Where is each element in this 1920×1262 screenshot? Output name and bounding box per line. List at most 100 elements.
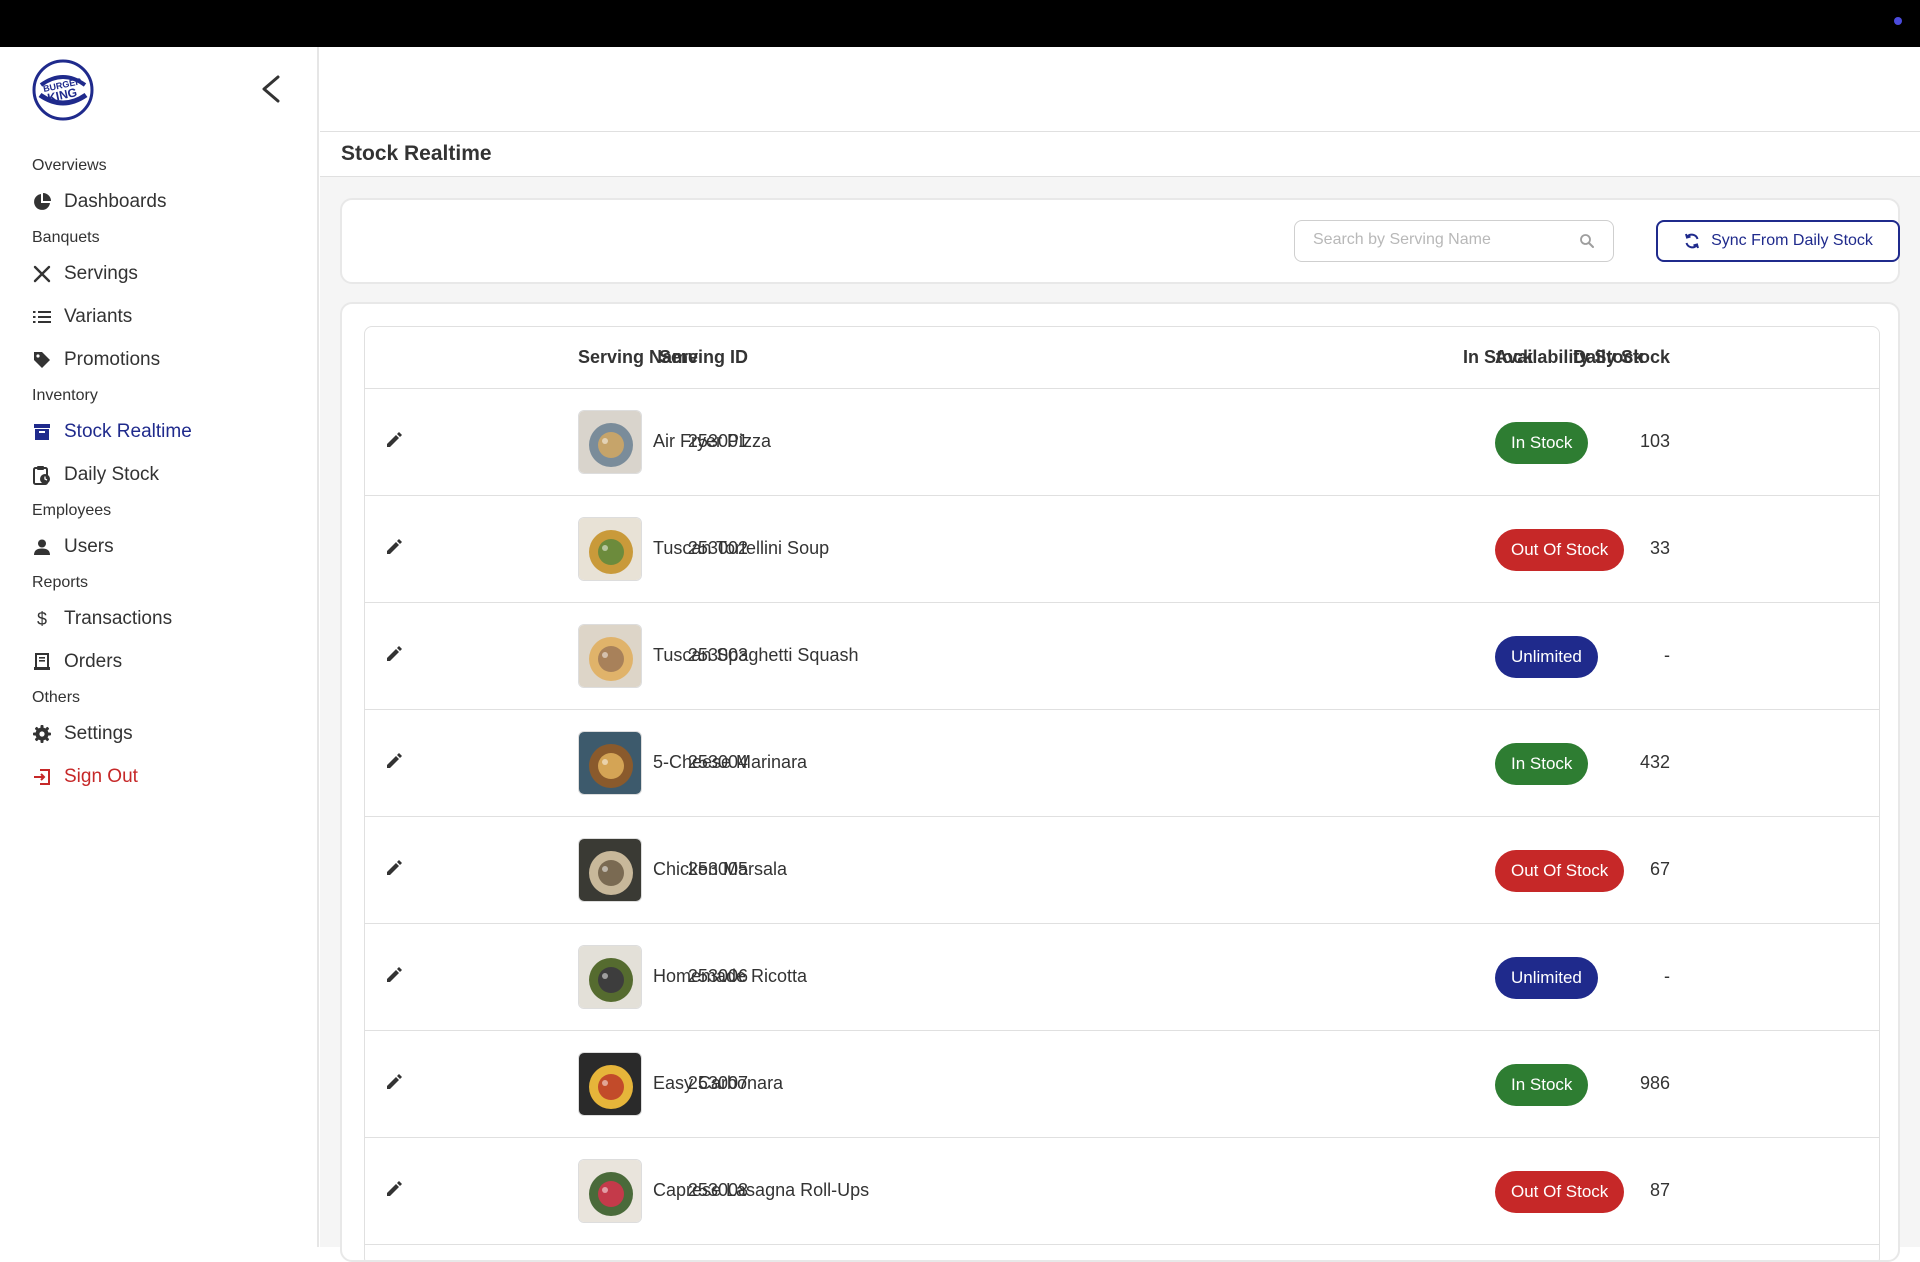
sidebar-item-label: Dashboards xyxy=(64,190,167,212)
sidebar-item-settings[interactable]: Settings xyxy=(0,712,317,755)
edit-icon[interactable] xyxy=(385,859,405,879)
search-box xyxy=(1294,220,1614,262)
table-row: 253006Homemade Ricotta--Unlimited xyxy=(365,924,1879,1031)
availability-badge: Out Of Stock xyxy=(1495,1171,1625,1213)
serving-thumbnail xyxy=(578,517,642,581)
serving-name: Tuscan Tortellini Soup xyxy=(653,538,830,558)
daily-stock-value: 986 xyxy=(1639,1073,1670,1093)
toolbar-card: Sync From Daily Stock xyxy=(340,198,1900,284)
sidebar-menu: Overviews Dashboards Banquets Servings V… xyxy=(0,151,317,798)
availability-badge: Out Of Stock xyxy=(1495,529,1625,571)
sidebar-item-variants[interactable]: Variants xyxy=(0,295,317,338)
sync-from-daily-stock-button[interactable]: Sync From Daily Stock xyxy=(1656,220,1900,262)
search-input[interactable] xyxy=(1313,231,1573,249)
serving-name: Air Fryer Pizza xyxy=(653,431,772,451)
sidebar-item-label: Servings xyxy=(64,262,138,284)
utensils-icon xyxy=(32,264,52,284)
sidebar-item-promotions[interactable]: Promotions xyxy=(0,338,317,381)
daily-stock-value: 432 xyxy=(1639,752,1670,772)
edit-icon[interactable] xyxy=(385,752,405,772)
sidebar-item-label: Variants xyxy=(64,305,133,327)
sidebar-item-stock-realtime[interactable]: Stock Realtime xyxy=(0,410,317,453)
section-label-others: Others xyxy=(32,689,81,706)
sign-out-icon xyxy=(32,767,52,787)
table-row: 253007Easy Carbonara708986In Stock xyxy=(365,1031,1879,1138)
edit-icon[interactable] xyxy=(385,538,405,558)
search-icon[interactable] xyxy=(1579,233,1595,249)
table-header: Serving ID Serving Name In Stock Daily S… xyxy=(365,327,1879,389)
serving-thumbnail xyxy=(578,1052,642,1116)
section-label-employees: Employees xyxy=(32,502,112,519)
serving-thumbnail xyxy=(578,945,642,1009)
table-row: 2530045-Cheese Marinara206432In Stock xyxy=(365,710,1879,817)
gear-icon xyxy=(32,724,52,744)
serving-name: Homemade Ricotta xyxy=(653,966,808,986)
edit-icon[interactable] xyxy=(385,966,405,986)
serving-thumbnail xyxy=(578,731,642,795)
edit-icon[interactable] xyxy=(385,1180,405,1200)
serving-thumbnail xyxy=(578,838,642,902)
collapse-sidebar-button[interactable] xyxy=(256,71,286,107)
edit-icon[interactable] xyxy=(385,1073,405,1093)
dollar-icon: $ xyxy=(32,609,52,629)
sidebar-item-label: Daily Stock xyxy=(64,463,160,485)
page-title: Stock Realtime xyxy=(341,142,492,165)
daily-stock-value: 33 xyxy=(1649,538,1670,558)
edit-icon[interactable] xyxy=(385,431,405,451)
sidebar-item-label: Transactions xyxy=(64,607,173,629)
device-status-bar xyxy=(0,0,1920,47)
table-row: 253008Caprese Lasagna Roll-Ups087Out Of … xyxy=(365,1138,1879,1245)
sidebar-item-label: Stock Realtime xyxy=(64,420,192,442)
availability-badge: Unlimited xyxy=(1495,957,1598,999)
chevron-left-icon xyxy=(262,75,280,103)
tag-icon xyxy=(32,350,52,370)
sidebar-item-users[interactable]: Users xyxy=(0,525,317,568)
serving-name: Easy Carbonara xyxy=(653,1073,784,1093)
daily-stock-value: - xyxy=(1664,645,1670,665)
svg-text:$: $ xyxy=(37,609,47,629)
sidebar-item-label: Settings xyxy=(64,722,133,744)
sidebar-item-transactions[interactable]: $ Transactions xyxy=(0,597,317,640)
column-header-serving-name[interactable]: Serving Name xyxy=(578,347,698,368)
serving-thumbnail xyxy=(578,410,642,474)
top-header xyxy=(320,47,1920,132)
sidebar-item-sign-out[interactable]: Sign Out xyxy=(0,755,317,798)
receipt-icon xyxy=(32,652,52,672)
availability-badge: Unlimited xyxy=(1495,636,1598,678)
sidebar-item-label: Orders xyxy=(64,650,123,672)
table-row: 253005Chicken Marsala067Out Of Stock xyxy=(365,817,1879,924)
brand-logo: BURGER KING xyxy=(32,59,94,121)
stock-table: Serving ID Serving Name In Stock Daily S… xyxy=(364,326,1880,1260)
table-body: 253001Air Fryer Pizza83103In Stock253002… xyxy=(365,389,1879,1245)
user-icon xyxy=(32,537,52,557)
sidebar-item-orders[interactable]: Orders xyxy=(0,640,317,683)
daily-stock-value: - xyxy=(1664,966,1670,986)
availability-badge: In Stock xyxy=(1495,1064,1589,1106)
sidebar-item-servings[interactable]: Servings xyxy=(0,252,317,295)
daily-stock-value: 87 xyxy=(1649,1180,1670,1200)
availability-badge: In Stock xyxy=(1495,422,1589,464)
edit-icon[interactable] xyxy=(385,645,405,665)
sidebar-item-label: Users xyxy=(64,535,114,557)
camera-dot xyxy=(1894,17,1902,25)
sync-icon xyxy=(1683,232,1701,250)
serving-name: Chicken Marsala xyxy=(653,859,788,879)
sync-button-label: Sync From Daily Stock xyxy=(1711,232,1873,249)
sidebar: BURGER KING Overviews Dashboards Banquet… xyxy=(0,47,319,1247)
column-header-availability-stock[interactable]: Availability Stock xyxy=(1495,347,1643,368)
stock-table-card: Serving ID Serving Name In Stock Daily S… xyxy=(340,302,1900,1262)
sidebar-item-dashboards[interactable]: Dashboards xyxy=(0,180,317,223)
pie-chart-icon xyxy=(32,192,52,212)
section-label-reports: Reports xyxy=(32,574,89,591)
sidebar-item-label: Promotions xyxy=(64,348,161,370)
serving-name: 5-Cheese Marinara xyxy=(653,752,808,772)
main-content: Stock Realtime Sync From Daily Stock Ser… xyxy=(320,47,1920,1262)
sidebar-item-daily-stock[interactable]: Daily Stock xyxy=(0,453,317,496)
serving-thumbnail xyxy=(578,624,642,688)
serving-name: Caprese Lasagna Roll-Ups xyxy=(653,1180,870,1200)
section-label-overviews: Overviews xyxy=(32,157,107,174)
page-title-bar: Stock Realtime xyxy=(320,132,1920,177)
clipboard-clock-icon xyxy=(32,465,52,485)
section-label-banquets: Banquets xyxy=(32,229,100,246)
table-row: 253002Tuscan Tortellini Soup033Out Of St… xyxy=(365,496,1879,603)
